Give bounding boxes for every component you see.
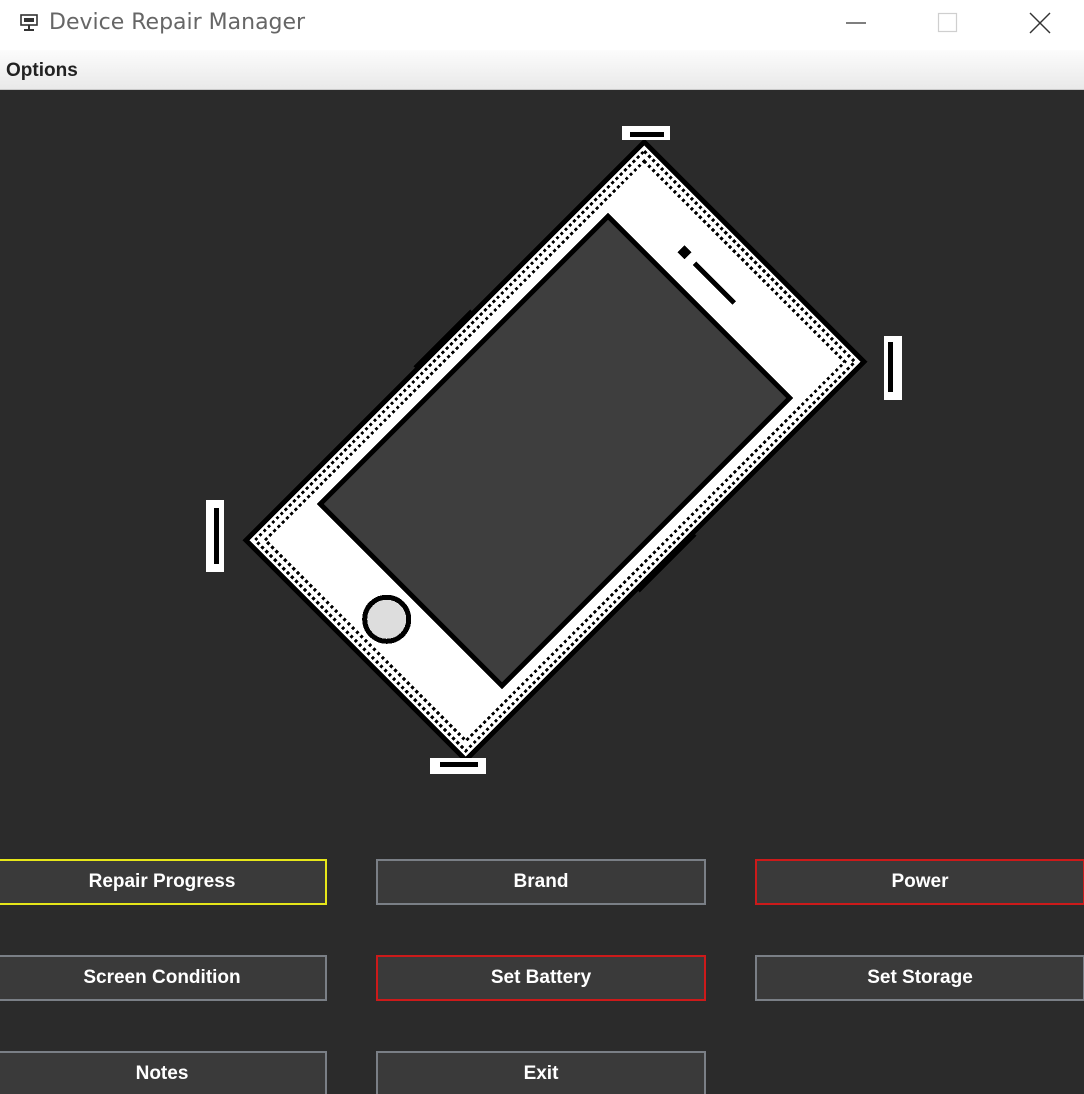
set-storage-button[interactable]: Set Storage [755,955,1084,1001]
menu-options[interactable]: Options [6,60,78,82]
close-button[interactable] [994,0,1084,46]
close-icon [1029,12,1051,34]
title-bar[interactable]: Device Repair Manager [0,0,1084,50]
minimize-button[interactable] [810,0,902,46]
screen-condition-button[interactable]: Screen Condition [0,955,327,1001]
set-battery-button[interactable]: Set Battery [376,955,706,1001]
phone-icon [206,126,902,774]
maximize-icon [937,12,958,33]
main-content: Repair Progress Brand Power Screen Condi… [0,90,1084,1094]
maximize-button[interactable] [902,0,994,46]
power-button[interactable]: Power [755,859,1084,905]
repair-progress-button[interactable]: Repair Progress [0,859,327,905]
brand-button[interactable]: Brand [376,859,706,905]
app-window: Device Repair Manager Options Repair Pro… [0,0,1084,1094]
minimize-icon [846,22,866,24]
exit-button[interactable]: Exit [376,1051,706,1094]
window-title: Device Repair Manager [49,10,306,35]
notes-button[interactable]: Notes [0,1051,327,1094]
monitor-repair-icon [20,14,38,31]
menu-bar: Options [0,50,1084,90]
